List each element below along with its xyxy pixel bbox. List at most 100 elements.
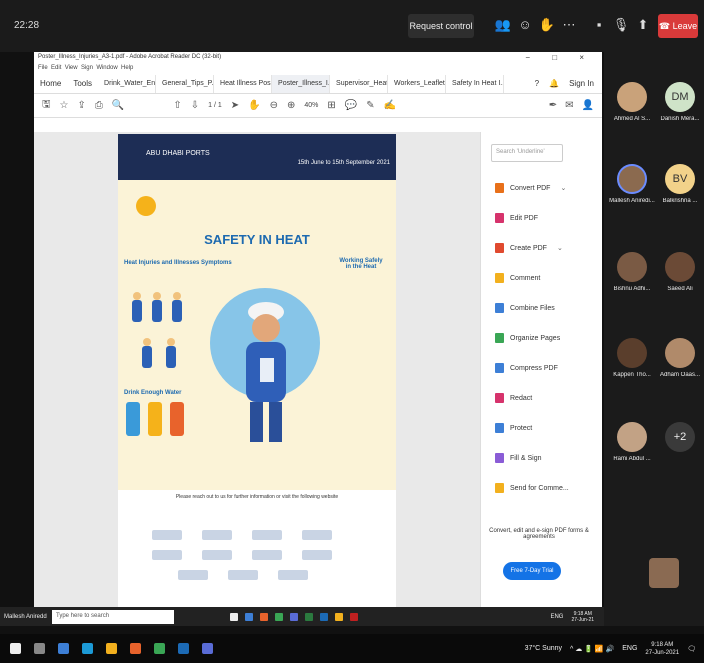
tool-protect[interactable]: Protect	[495, 420, 532, 436]
participant-tile[interactable]: Rami Abdul ...	[608, 422, 656, 462]
app-icon[interactable]	[82, 643, 93, 654]
chat-icon[interactable]: ☺	[516, 16, 534, 34]
participant-tile[interactable]: Bishnu Adhi...	[608, 252, 656, 292]
app-icon[interactable]	[130, 643, 141, 654]
leave-button[interactable]: ☎ Leave	[658, 14, 698, 38]
menu-view[interactable]: View	[65, 65, 78, 71]
doc-tab[interactable]: Supervisor_Heat...	[330, 74, 389, 93]
app-icon[interactable]	[106, 643, 117, 654]
teams-icon[interactable]	[202, 643, 213, 654]
redact-icon	[495, 393, 504, 403]
doc-tab[interactable]: General_Tips_P...	[156, 74, 215, 93]
chevron-down-icon[interactable]: ⌄	[557, 244, 563, 252]
sign-icon[interactable]: ✒	[549, 100, 557, 111]
menu-edit[interactable]: Edit	[51, 65, 61, 71]
tool-redact[interactable]: Redact	[495, 390, 532, 406]
start-icon[interactable]	[10, 643, 21, 654]
menu-file[interactable]: File	[38, 65, 48, 71]
save-icon[interactable]: 🖫	[42, 97, 51, 114]
taskbar-apps	[0, 643, 213, 654]
self-video-tile[interactable]	[640, 558, 688, 588]
window-controls[interactable]: − □ ×	[525, 53, 594, 62]
tool-convert-pdf[interactable]: Convert PDF ⌄	[495, 180, 566, 196]
people-icon[interactable]: 👥	[494, 16, 512, 34]
hand-tool-icon[interactable]: ✋	[248, 100, 260, 111]
app-icon[interactable]	[58, 643, 69, 654]
tool-edit-pdf[interactable]: Edit PDF	[495, 210, 538, 226]
tool-fill-sign[interactable]: Fill & Sign	[495, 450, 542, 466]
app-icon[interactable]	[178, 643, 189, 654]
worker-figure	[166, 338, 176, 368]
participant-tile[interactable]: Adham Oaas...	[656, 338, 704, 378]
partner-logo	[302, 530, 332, 540]
search-icon[interactable]: 🔍	[112, 100, 124, 111]
request-control-button[interactable]: Request control	[408, 14, 474, 38]
camera-off-icon[interactable]: ▪	[590, 16, 608, 34]
tray-icons[interactable]: ^ ☁ 🔋 📶 🔊	[570, 645, 614, 653]
doc-tab[interactable]: Heat Illness Pos...	[214, 74, 273, 93]
doc-tab-active[interactable]: Poster_Illness_I...	[272, 74, 331, 93]
doc-tab[interactable]: Workers_Leaflet...	[388, 74, 447, 93]
tool-combine-files[interactable]: Combine Files	[495, 300, 555, 316]
doc-tab[interactable]: Safety In Heat I...	[446, 74, 505, 93]
tool-create-pdf[interactable]: Create PDF ⌄	[495, 240, 563, 256]
participant-tile[interactable]: BV Balkrishna ...	[656, 164, 704, 204]
weather-widget[interactable]: 37°C Sunny	[525, 645, 562, 652]
fit-page-icon[interactable]: ⊞	[327, 100, 335, 111]
tool-organize-pages[interactable]: Organize Pages	[495, 330, 560, 346]
app-icon[interactable]	[154, 643, 165, 654]
zoom-level[interactable]: 40%	[304, 102, 318, 109]
menu-window[interactable]: Window	[96, 65, 117, 71]
menu-help[interactable]: Help	[121, 65, 133, 71]
meeting-timer: 22:28	[14, 20, 40, 31]
language-indicator[interactable]: ENG	[622, 645, 637, 652]
bell-icon[interactable]: 🔔	[549, 79, 559, 88]
participant-tile[interactable]: DM Danish Mera...	[656, 82, 704, 122]
participant-tile[interactable]: Ahmed Al S...	[608, 82, 656, 122]
tools-search-input[interactable]: Search 'Underline'	[491, 144, 563, 162]
share-link-icon[interactable]: 👤	[582, 100, 594, 111]
system-clock[interactable]: 9:18 AM 27-Jun-2021	[645, 641, 679, 657]
nav-home[interactable]: Home	[34, 79, 67, 88]
participant-tile[interactable]: Mallesh Aniredi...	[608, 164, 656, 204]
avatar: DM	[665, 82, 695, 112]
help-icon[interactable]: ?	[535, 79, 539, 88]
select-cursor-icon[interactable]: ➤	[231, 100, 239, 111]
raise-hand-icon[interactable]: ✋	[538, 16, 556, 34]
acrobat-title-bar: Poster_Illness_Injuries_A3-1.pdf - Adobe…	[34, 52, 602, 64]
free-trial-button[interactable]: Free 7-Day Trial	[503, 562, 561, 580]
email-icon[interactable]: ✉	[565, 100, 573, 111]
page-down-icon[interactable]: ⇩	[191, 100, 199, 111]
tool-compress-pdf[interactable]: Compress PDF	[495, 360, 558, 376]
zoom-in-icon[interactable]: ⊕	[287, 100, 295, 111]
more-participants-tile[interactable]: +2	[656, 422, 704, 452]
participant-tile[interactable]: Saeed Ali	[656, 252, 704, 292]
highlight-icon[interactable]: ✍	[384, 100, 396, 111]
doc-tab[interactable]: Drink_Water_En...	[98, 74, 157, 93]
task-view-icon[interactable]	[34, 643, 45, 654]
comment-icon[interactable]: 💬	[345, 100, 357, 111]
tool-send-for-comment[interactable]: Send for Comme...	[495, 480, 569, 496]
menu-sign[interactable]: Sign	[81, 65, 93, 71]
notification-icon[interactable]: 🗨	[687, 645, 696, 653]
partner-logo	[152, 530, 182, 540]
mic-off-icon[interactable]: 🎙	[612, 16, 630, 34]
page-up-icon[interactable]: ⇧	[173, 100, 181, 111]
nav-tools[interactable]: Tools	[67, 79, 98, 88]
star-icon[interactable]: ☆	[60, 100, 69, 111]
sign-in-link[interactable]: Sign In	[569, 79, 594, 88]
upload-icon[interactable]: ⇪	[78, 100, 86, 111]
avatar	[665, 252, 695, 282]
zoom-out-icon[interactable]: ⊖	[270, 100, 278, 111]
window-title: Poster_Illness_Injuries_A3-1.pdf - Adobe…	[38, 54, 222, 60]
pen-icon[interactable]: ✎	[366, 100, 374, 111]
chevron-down-icon[interactable]: ⌄	[560, 184, 566, 192]
participant-tile[interactable]: Kappen Tho...	[608, 338, 656, 378]
more-icon[interactable]: ⋯	[560, 16, 578, 34]
poster-title: SAFETY IN HEAT	[204, 232, 310, 247]
document-viewport[interactable]: ABU DHABI PORTS 15th June to 15th Septem…	[34, 132, 480, 626]
print-icon[interactable]: ⎙	[95, 100, 103, 111]
tool-comment[interactable]: Comment	[495, 270, 540, 286]
sun-logo	[136, 196, 156, 216]
share-icon[interactable]: ⬆	[634, 16, 652, 34]
